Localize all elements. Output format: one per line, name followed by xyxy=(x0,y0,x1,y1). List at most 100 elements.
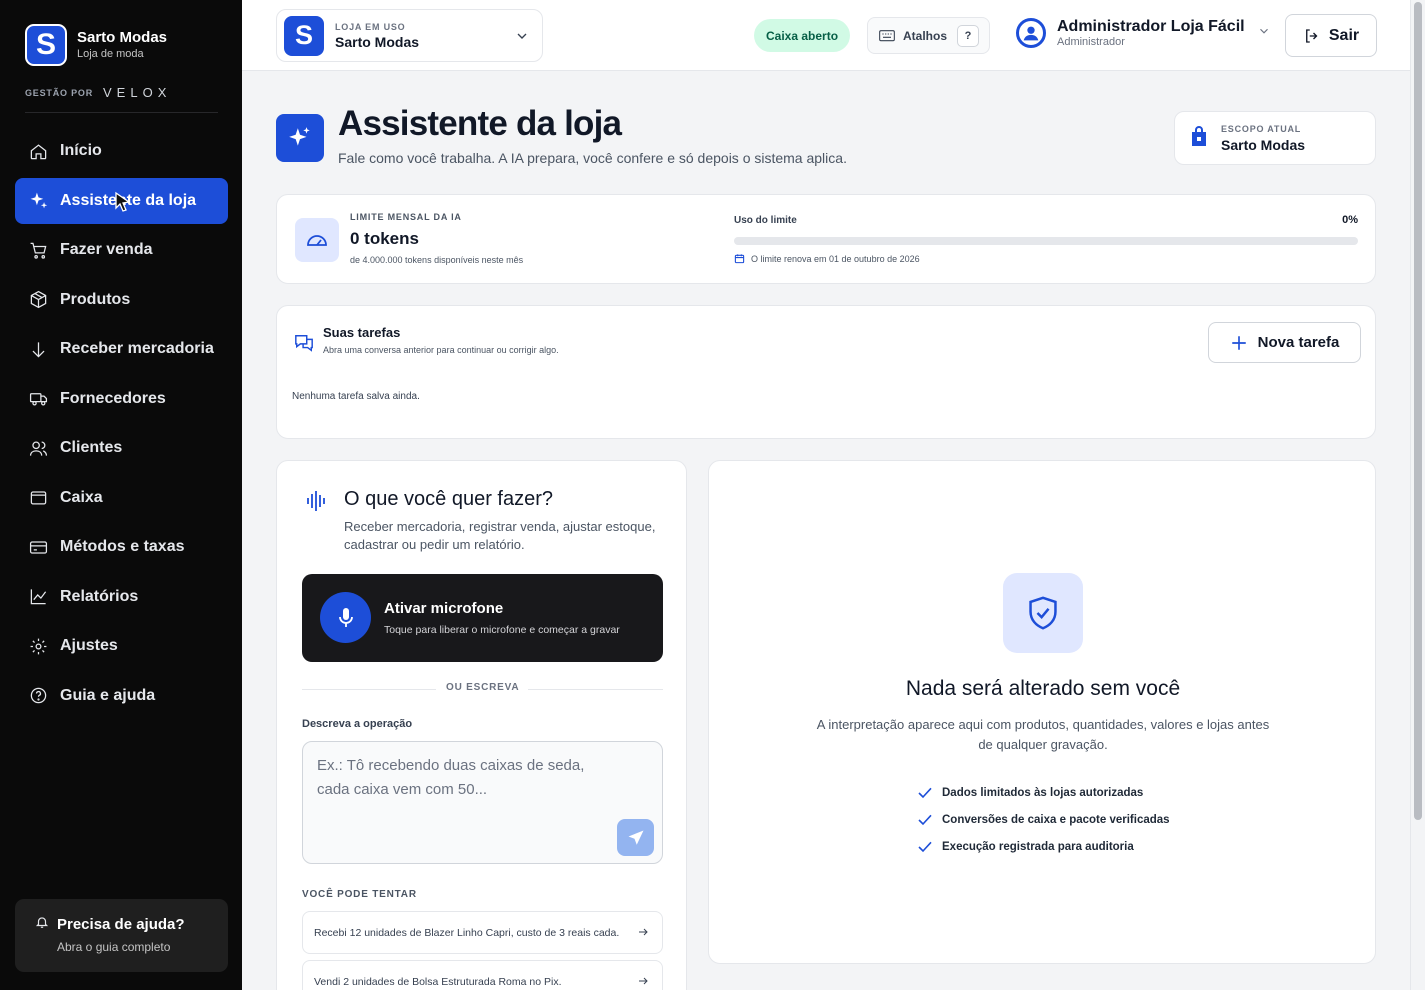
send-button[interactable] xyxy=(617,819,654,856)
brand-name: Sarto Modas xyxy=(77,29,168,46)
scope-value: Sarto Modas xyxy=(1221,136,1306,153)
users-icon xyxy=(28,438,48,458)
check-icon xyxy=(918,814,932,825)
gauge-icon xyxy=(295,218,339,262)
shortcuts-button[interactable]: Atalhos ? xyxy=(867,17,990,54)
description-input[interactable] xyxy=(317,754,617,814)
user-menu[interactable]: Administrador Loja Fácil Administrador xyxy=(1016,18,1271,48)
sidebar-item-fazer-venda[interactable]: Fazer venda xyxy=(15,227,228,273)
logout-button[interactable]: Sair xyxy=(1285,14,1377,57)
home-icon xyxy=(28,141,48,161)
preview-subtitle: A interpretação aparece aqui com produto… xyxy=(816,717,1270,752)
sidebar-item-guia-ajuda[interactable]: Guia e ajuda xyxy=(15,673,228,719)
brand-subtitle: Loja de moda xyxy=(77,48,144,60)
assistant-sparkle-icon xyxy=(276,114,324,162)
page-subtitle: Fale como você trabalha. A IA prepara, v… xyxy=(338,150,847,166)
preview-checklist: Dados limitados às lojas autorizadas Con… xyxy=(917,779,1170,860)
sidebar-item-label: Fornecedores xyxy=(60,389,166,407)
sidebar-item-label: Relatórios xyxy=(60,587,139,605)
check-item-text: Conversões de caixa e pacote verificadas xyxy=(942,813,1170,826)
sidebar-item-label: Ajustes xyxy=(60,637,118,654)
store-selector[interactable]: S LOJA EM USO Sarto Modas xyxy=(276,9,543,62)
sidebar-item-clientes[interactable]: Clientes xyxy=(15,425,228,471)
suggestion-text: Recebi 12 unidades de Blazer Linho Capri… xyxy=(314,926,620,939)
new-task-button[interactable]: Nova tarefa xyxy=(1208,322,1361,363)
brand[interactable]: S Sarto Modas Loja de moda xyxy=(25,24,167,66)
sidebar-item-fornecedores[interactable]: Fornecedores xyxy=(15,376,228,422)
wallet-icon xyxy=(28,488,48,508)
activate-microphone-button[interactable]: Ativar microfone Toque para liberar o mi… xyxy=(302,574,663,662)
sparkle-icon xyxy=(28,191,48,211)
preview-title: Nada será alterado sem você xyxy=(905,677,1181,700)
usage-renew: O limite renova em 01 de outubro de 2026 xyxy=(734,253,920,264)
page-title: Assistente da loja xyxy=(338,104,622,143)
calendar-icon xyxy=(734,254,745,264)
credit-card-icon xyxy=(28,537,48,557)
sidebar-item-label: Clientes xyxy=(60,439,123,456)
send-icon xyxy=(628,830,643,845)
truck-icon xyxy=(28,389,48,409)
arrow-right-icon xyxy=(637,926,649,941)
composer-card: O que você quer fazer? Receber mercadori… xyxy=(276,460,687,990)
help-card[interactable]: Precisa de ajuda? Abra o guia completo xyxy=(15,899,228,972)
store-lock-icon xyxy=(1189,125,1209,152)
usage-progress-bar xyxy=(734,237,1358,245)
box-icon xyxy=(28,290,48,310)
logout-label: Sair xyxy=(1328,26,1360,44)
ai-limit-card: LIMITE MENSAL DA IA 0 tokens de 4.000.00… xyxy=(276,194,1376,284)
suggestion-item[interactable]: Vendi 2 unidades de Bolsa Estruturada Ro… xyxy=(302,960,663,990)
scrollbar-thumb[interactable] xyxy=(1414,2,1422,820)
user-avatar-icon xyxy=(1016,18,1046,48)
store-logo: S xyxy=(284,15,324,56)
mouse-cursor-icon xyxy=(115,191,131,212)
description-box xyxy=(302,741,663,864)
sidebar-item-caixa[interactable]: Caixa xyxy=(15,475,228,521)
cart-icon xyxy=(28,240,48,260)
limit-value: 0 tokens xyxy=(350,229,419,248)
sidebar-item-relatorios[interactable]: Relatórios xyxy=(15,574,228,620)
suggestion-item[interactable]: Recebi 12 unidades de Blazer Linho Capri… xyxy=(302,911,663,954)
bell-icon xyxy=(35,915,49,934)
sidebar: S Sarto Modas Loja de moda GESTÃO POR VE… xyxy=(0,0,242,990)
check-icon xyxy=(918,787,932,798)
arrow-right-icon xyxy=(637,975,649,990)
shortcuts-key: ? xyxy=(957,24,980,47)
mic-title: Ativar microfone xyxy=(384,600,504,617)
sidebar-item-label: Início xyxy=(60,142,102,159)
sidebar-item-produtos[interactable]: Produtos xyxy=(15,277,228,323)
limit-subtitle: de 4.000.000 tokens disponíveis neste mê… xyxy=(350,255,524,265)
powered-label: GESTÃO POR xyxy=(25,87,94,98)
usage-renew-text: O limite renova em 01 de outubro de 2026 xyxy=(751,253,920,264)
sidebar-item-receber-mercadoria[interactable]: Receber mercadoria xyxy=(15,326,228,372)
new-task-label: Nova tarefa xyxy=(1257,334,1340,351)
or-text: OU ESCREVA xyxy=(446,682,520,693)
brand-logo: S xyxy=(25,24,67,66)
composer-subtitle: Receber mercadoria, registrar venda, aju… xyxy=(344,519,656,552)
shield-check-icon xyxy=(1003,573,1083,653)
page-scrollbar[interactable] xyxy=(1410,0,1425,990)
plus-icon xyxy=(1231,335,1246,350)
microphone-icon xyxy=(320,592,371,643)
sidebar-item-inicio[interactable]: Início xyxy=(15,128,228,174)
shortcuts-label: Atalhos xyxy=(903,28,948,43)
sidebar-item-ajustes[interactable]: Ajustes xyxy=(15,623,228,669)
chevron-down-icon xyxy=(1257,24,1271,43)
chevron-down-icon xyxy=(514,28,530,49)
check-item: Dados limitados às lojas autorizadas xyxy=(917,779,1170,806)
description-label: Descreva a operação xyxy=(302,718,413,730)
composer-title: O que você quer fazer? xyxy=(344,488,554,510)
help-icon xyxy=(28,686,48,706)
sidebar-item-label: Métodos e taxas xyxy=(60,538,185,555)
or-line-right xyxy=(528,689,663,690)
sidebar-item-label: Guia e ajuda xyxy=(60,686,156,704)
store-name: Sarto Modas xyxy=(335,33,420,50)
mic-subtitle: Toque para liberar o microfone e começar… xyxy=(384,624,620,636)
velox-logo: VELOX xyxy=(103,85,172,100)
scope-label: ESCOPO ATUAL xyxy=(1221,123,1302,134)
sidebar-item-label: Fazer venda xyxy=(60,241,153,258)
help-card-subtitle: Abra o guia completo xyxy=(57,940,171,954)
sidebar-item-label: Produtos xyxy=(60,290,131,308)
sidebar-nav: Início Assistente da loja Fazer venda Pr… xyxy=(15,128,228,722)
tasks-subtitle: Abra uma conversa anterior para continua… xyxy=(323,345,559,355)
sidebar-item-metodos-taxas[interactable]: Métodos e taxas xyxy=(15,524,228,570)
